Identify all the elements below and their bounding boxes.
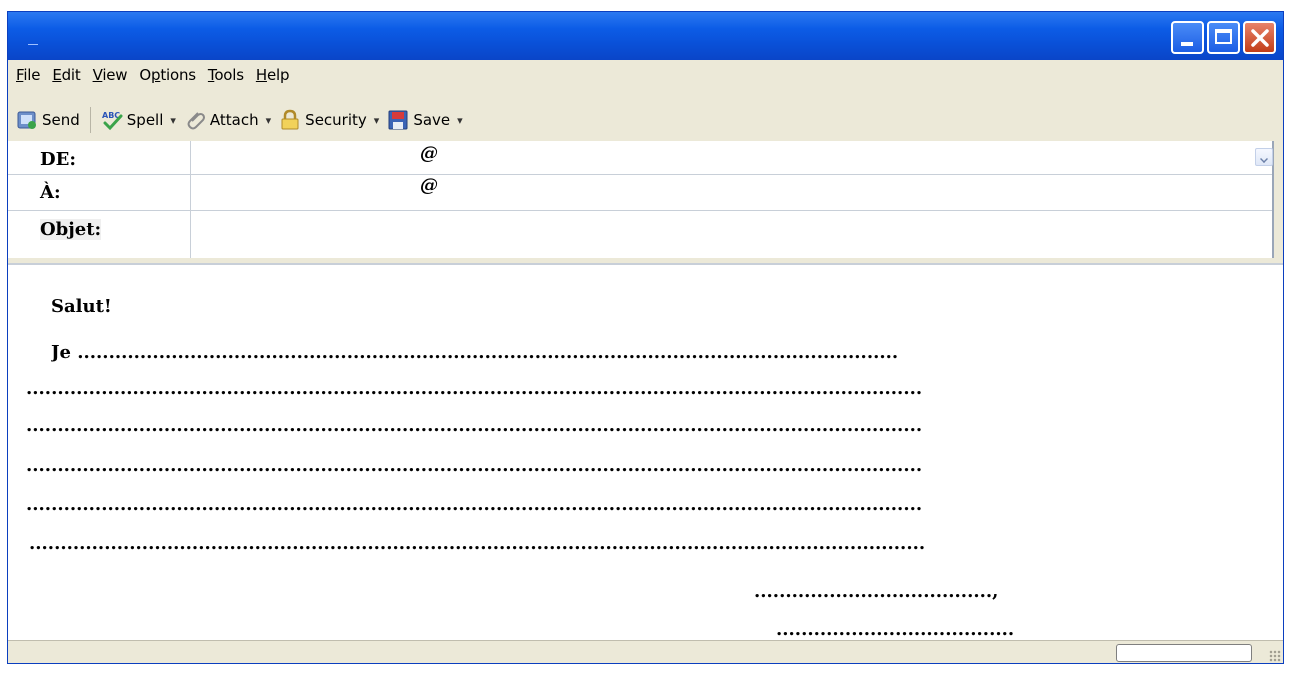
save-label: Save: [413, 111, 451, 129]
body-line-3: ........................................…: [26, 415, 923, 436]
lock-icon: [281, 109, 299, 130]
security-label: Security: [305, 111, 367, 129]
attach-button[interactable]: Attach ▾: [184, 109, 271, 131]
signature-line: ......................................: [776, 619, 1015, 640]
menu-view[interactable]: View: [93, 66, 128, 84]
menu-options[interactable]: Options: [139, 66, 196, 84]
paperclip-icon: [187, 112, 205, 130]
close-button[interactable]: [1243, 21, 1276, 54]
message-body[interactable]: Salut! Je ..............................…: [8, 263, 1283, 640]
menu-help[interactable]: Help: [256, 66, 290, 84]
to-field[interactable]: @: [420, 175, 438, 196]
window-icon: [28, 44, 38, 45]
status-bar: [8, 640, 1283, 663]
from-row: DE: @: [8, 141, 1273, 175]
from-dropdown-icon[interactable]: [1255, 148, 1273, 166]
send-button[interactable]: Send: [16, 109, 80, 131]
menu-bar: File Edit View Options Tools Help: [8, 62, 1283, 88]
save-button[interactable]: Save ▾: [387, 109, 463, 131]
message-header: DE: @ À: @ Objet:: [8, 141, 1274, 258]
attach-dropdown-icon[interactable]: ▾: [266, 114, 272, 127]
body-line-5: ........................................…: [26, 494, 923, 515]
security-button[interactable]: Security ▾: [279, 109, 379, 131]
subject-row: Objet:: [8, 211, 1272, 247]
floppy-disk-icon: [388, 110, 408, 130]
maximize-button[interactable]: [1207, 21, 1240, 54]
minimize-button[interactable]: [1171, 21, 1204, 54]
from-label: DE:: [40, 149, 76, 170]
to-row: À: @: [8, 175, 1272, 211]
toolbar-separator: [89, 107, 91, 133]
menu-tools[interactable]: Tools: [208, 66, 244, 84]
body-line-2: ........................................…: [26, 378, 923, 399]
send-label: Send: [42, 111, 80, 129]
to-label: À:: [40, 182, 61, 203]
greeting-text: Salut!: [51, 296, 112, 317]
menu-edit[interactable]: Edit: [52, 66, 80, 84]
spellcheck-icon: ABC: [102, 111, 123, 131]
email-compose-window: File Edit View Options Tools Help Send A…: [7, 11, 1284, 664]
spell-button[interactable]: ABC Spell ▾: [101, 109, 176, 131]
toolbar: Send ABC Spell ▾ Attach ▾ Security ▾ Sav…: [8, 100, 1283, 140]
attach-label: Attach: [209, 111, 259, 129]
spell-label: Spell: [126, 111, 164, 129]
body-line-6: ........................................…: [29, 533, 926, 554]
spell-dropdown-icon[interactable]: ▾: [170, 114, 176, 127]
status-panel: [1116, 644, 1252, 662]
close-icon: [1251, 29, 1269, 47]
title-bar[interactable]: [8, 12, 1283, 60]
security-dropdown-icon[interactable]: ▾: [374, 114, 380, 127]
closing-line: ......................................,: [754, 581, 999, 602]
send-icon: [17, 111, 36, 129]
body-line-1: Je .....................................…: [51, 342, 899, 363]
save-dropdown-icon[interactable]: ▾: [457, 114, 463, 127]
from-field[interactable]: @: [420, 143, 438, 164]
resize-grip-icon[interactable]: [1269, 650, 1281, 662]
menu-file[interactable]: File: [16, 66, 41, 84]
subject-label: Objet:: [40, 219, 102, 240]
body-line-4: ........................................…: [26, 455, 923, 476]
